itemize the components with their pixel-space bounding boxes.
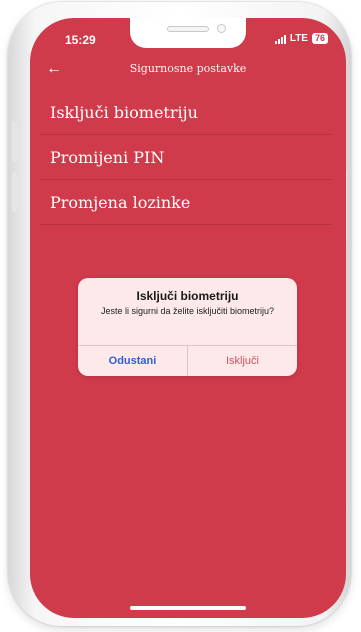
dialog-message: Jeste li sigurni da želite isključiti bi… [100, 306, 275, 316]
volume-down-button [12, 172, 17, 212]
cancel-button[interactable]: Odustani [78, 346, 188, 376]
header: ← Sigurnosne postavke [30, 58, 346, 88]
menu-item-disable-biometrics[interactable]: Isključi biometriju [40, 90, 332, 135]
phone-frame: 15:29 LTE 76 ← Sigurnosne postavke Isklj… [8, 2, 351, 626]
confirm-dialog: Isključi biometriju Jeste li sigurni da … [78, 278, 297, 376]
status-time: 15:29 [65, 33, 96, 47]
notch [130, 18, 246, 48]
status-indicators: LTE 76 [274, 33, 328, 44]
page-title: Sigurnosne postavke [129, 62, 247, 75]
disable-button[interactable]: Isključi [188, 346, 297, 376]
dialog-title: Isključi biometriju [136, 289, 239, 303]
menu-item-change-pin[interactable]: Promijeni PIN [40, 135, 332, 180]
settings-menu: Isključi biometriju Promijeni PIN Promje… [40, 90, 332, 225]
volume-up-button [12, 122, 17, 162]
dialog-buttons: Odustani Isključi [78, 345, 297, 376]
network-label: LTE [289, 33, 308, 44]
app-screen: 15:29 LTE 76 ← Sigurnosne postavke Isklj… [30, 18, 346, 618]
front-camera [217, 24, 226, 33]
home-indicator[interactable] [130, 606, 246, 610]
battery-icon: 76 [311, 33, 328, 44]
menu-item-change-password[interactable]: Promjena lozinke [40, 180, 332, 225]
speaker [167, 26, 209, 32]
signal-bars-icon [274, 34, 286, 44]
